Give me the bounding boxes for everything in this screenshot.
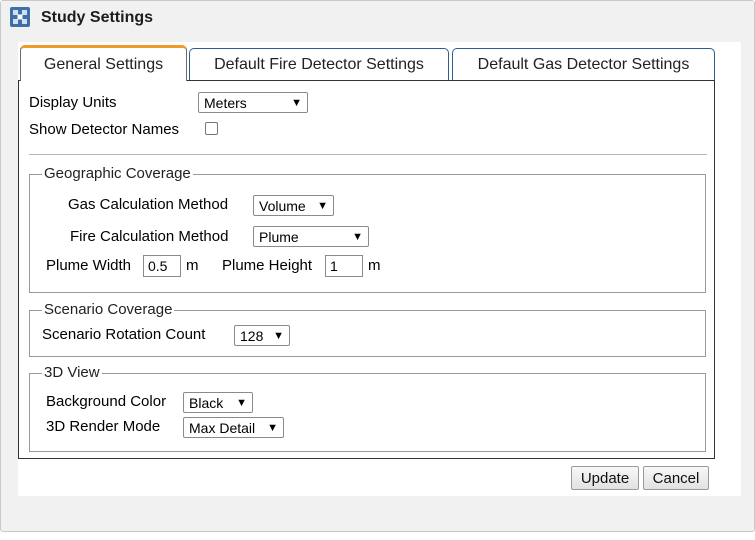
chevron-down-icon: ▼	[236, 396, 247, 409]
tab-general-settings[interactable]: General Settings	[20, 45, 187, 81]
update-button[interactable]: Update	[571, 466, 639, 490]
geographic-coverage-group: Geographic Coverage Gas Calculation Meth…	[29, 165, 706, 293]
scenario-rotation-count-label: Scenario Rotation Count	[42, 326, 206, 343]
general-settings-panel: Display Units Meters ▼ Show Detector Nam…	[18, 80, 715, 459]
fire-calculation-method-value: Plume	[259, 228, 299, 245]
scenario-coverage-group: Scenario Coverage Scenario Rotation Coun…	[29, 301, 706, 357]
display-units-label: Display Units	[29, 94, 117, 111]
plume-width-unit: m	[186, 257, 199, 274]
3d-render-mode-value: Max Detail	[189, 419, 256, 436]
tab-default-fire-detector-settings[interactable]: Default Fire Detector Settings	[189, 48, 449, 81]
gas-calculation-method-select[interactable]: Volume ▼	[253, 195, 334, 216]
background-color-label: Background Color	[46, 393, 167, 410]
fire-calculation-method-select[interactable]: Plume ▼	[253, 226, 369, 247]
3d-view-group: 3D View Background Color Black ▼ 3D Rend…	[29, 364, 706, 452]
plume-height-unit: m	[368, 257, 381, 274]
app-icon	[10, 7, 30, 27]
3d-render-mode-label: 3D Render Mode	[46, 418, 161, 435]
scenario-coverage-legend: Scenario Coverage	[42, 301, 175, 318]
chevron-down-icon: ▼	[291, 96, 302, 109]
chevron-down-icon: ▼	[273, 329, 284, 342]
plume-height-input[interactable]	[325, 255, 363, 277]
title-bar[interactable]: Study Settings	[1, 1, 754, 37]
tab-bar: General Settings Default Fire Detector S…	[18, 42, 741, 81]
background-color-value: Black	[189, 394, 224, 411]
chevron-down-icon: ▼	[317, 199, 328, 212]
chevron-down-icon: ▼	[267, 421, 278, 434]
scenario-rotation-count-select[interactable]: 128 ▼	[234, 325, 290, 346]
gas-calculation-method-value: Volume	[259, 197, 306, 214]
scenario-rotation-count-value: 128	[240, 327, 264, 344]
cancel-button[interactable]: Cancel	[643, 466, 709, 490]
display-units-select[interactable]: Meters ▼	[198, 92, 308, 113]
background-color-select[interactable]: Black ▼	[183, 392, 253, 413]
divider	[29, 154, 707, 155]
tab-default-gas-detector-settings[interactable]: Default Gas Detector Settings	[452, 48, 715, 81]
chevron-down-icon: ▼	[352, 230, 363, 243]
geographic-coverage-legend: Geographic Coverage	[42, 165, 193, 182]
window-title: Study Settings	[41, 9, 154, 26]
plume-width-label: Plume Width	[46, 257, 132, 274]
study-settings-window: Study Settings General Settings Default …	[0, 0, 755, 532]
3d-view-legend: 3D View	[42, 364, 102, 381]
fire-calculation-method-label: Fire Calculation Method	[70, 228, 229, 245]
plume-width-input[interactable]	[143, 255, 181, 277]
show-detector-names-label: Show Detector Names	[29, 121, 180, 138]
dialog-content: General Settings Default Fire Detector S…	[18, 42, 741, 496]
plume-height-label: Plume Height	[222, 257, 313, 274]
display-units-value: Meters	[204, 94, 247, 111]
3d-render-mode-select[interactable]: Max Detail ▼	[183, 417, 284, 438]
show-detector-names-checkbox[interactable]	[205, 122, 218, 135]
gas-calculation-method-label: Gas Calculation Method	[68, 196, 229, 213]
